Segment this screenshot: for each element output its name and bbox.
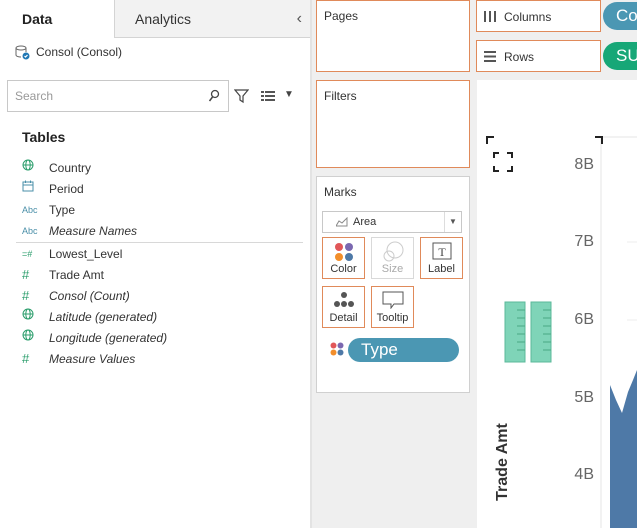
pages-title: Pages (324, 9, 359, 23)
rows-icon (484, 51, 496, 62)
field-label: Trade Amt (49, 268, 104, 282)
columns-icon (484, 11, 496, 22)
globe-icon (22, 307, 44, 327)
selection-corner (486, 136, 603, 144)
search-icon[interactable] (208, 89, 220, 103)
rows-shelf[interactable]: Rows (476, 40, 601, 72)
mark-type-label: Area (353, 216, 377, 228)
globe-icon (22, 328, 44, 348)
field-label: Country (49, 161, 92, 175)
color-dots-icon (335, 243, 353, 261)
number-icon: # (22, 351, 30, 366)
field-longitude[interactable]: Longitude (generated) (22, 328, 167, 348)
pages-shelf[interactable]: Pages (316, 0, 470, 72)
size-circles-icon (383, 241, 404, 262)
field-label: Period (49, 182, 84, 196)
color-dots-icon (330, 342, 344, 356)
tab-analytics-label: Analytics (135, 11, 192, 27)
label-button[interactable]: T Label (420, 237, 463, 279)
field-label: Consol (Count) (49, 289, 130, 303)
abc-icon: Abc (22, 205, 38, 215)
detail-label: Detail (329, 312, 358, 324)
field-measure-names[interactable]: Abc Measure Names (22, 221, 137, 241)
divider (16, 242, 303, 243)
area-chart-icon (336, 217, 348, 227)
chevron-down-icon[interactable]: ▼ (284, 89, 294, 100)
field-label: Type (49, 203, 76, 217)
field-latitude[interactable]: Latitude (generated) (22, 307, 157, 327)
hierarchy-number-icon: =# (22, 249, 33, 259)
drag-ruler-icon (504, 301, 552, 363)
columns-pill[interactable]: Co (603, 2, 637, 30)
field-lowest-level[interactable]: =# Lowest_Level (22, 244, 122, 264)
y-tick-label: 4B (574, 466, 594, 483)
field-type[interactable]: Abc Type (22, 200, 75, 220)
globe-icon (22, 158, 44, 178)
field-country[interactable]: Country (22, 158, 91, 178)
datasource-item[interactable]: Consol (Consol) (14, 44, 122, 60)
marks-title: Marks (324, 185, 357, 199)
tooltip-bubble-icon (382, 291, 404, 309)
field-trade-amt[interactable]: # Trade Amt (22, 265, 104, 285)
detail-button[interactable]: Detail (322, 286, 365, 328)
filters-shelf[interactable]: Filters (316, 80, 470, 168)
y-tick-label: 6B (574, 311, 594, 328)
label-t-icon: T (432, 242, 452, 260)
area-mark (610, 370, 637, 528)
label-label: Label (428, 263, 455, 275)
field-label: Latitude (generated) (49, 310, 158, 324)
size-button[interactable]: Size (371, 237, 414, 279)
y-tick-label: 5B (574, 389, 594, 406)
field-label: Measure Values (49, 352, 136, 366)
filters-title: Filters (324, 89, 357, 103)
data-pane: Data Analytics ‹ Consol (Consol) Search … (0, 0, 310, 528)
tables-heading: Tables (22, 129, 66, 145)
number-icon: # (22, 267, 30, 282)
columns-shelf[interactable]: Columns (476, 0, 601, 32)
color-button[interactable]: Color (322, 237, 365, 279)
datasource-icon (15, 45, 30, 60)
rows-label: Rows (504, 50, 535, 64)
field-consol-count[interactable]: # Consol (Count) (22, 286, 130, 306)
chart-view[interactable]: 8B 7B 6B 5B 4B Trade Amt (477, 80, 637, 528)
field-measure-values[interactable]: # Measure Values (22, 349, 135, 369)
tooltip-button[interactable]: Tooltip (371, 286, 414, 328)
y-tick-label: 8B (574, 156, 594, 173)
tab-analytics[interactable]: Analytics ‹ (115, 0, 310, 38)
tab-data[interactable]: Data (0, 0, 115, 38)
collapse-pane-icon[interactable]: ‹ (297, 0, 302, 38)
color-type-pill[interactable]: Type (348, 338, 459, 362)
y-axis-title: Trade Amt (494, 423, 511, 501)
abc-icon: Abc (22, 226, 38, 236)
color-label: Color (330, 263, 357, 275)
size-label: Size (381, 263, 404, 275)
field-label: Longitude (generated) (49, 331, 168, 345)
field-label: Measure Names (49, 224, 138, 238)
number-icon: # (22, 288, 30, 303)
rows-pill[interactable]: SU (603, 42, 637, 70)
columns-label: Columns (504, 10, 552, 24)
field-label: Lowest_Level (49, 247, 123, 261)
chevron-down-icon[interactable]: ▼ (444, 212, 461, 232)
mark-type-dropdown[interactable]: Area ▼ (322, 211, 462, 233)
svg-text:T: T (438, 245, 446, 259)
tooltip-label: Tooltip (376, 312, 409, 324)
datasource-label: Consol (Consol) (36, 45, 123, 59)
search-field[interactable]: Search (7, 80, 229, 112)
filter-icon[interactable] (234, 89, 249, 104)
y-tick-label: 7B (574, 233, 594, 250)
field-period[interactable]: Period (22, 179, 84, 199)
calendar-icon (22, 179, 44, 199)
list-view-icon[interactable] (261, 91, 275, 102)
search-placeholder[interactable]: Search (15, 89, 53, 103)
detail-dots-icon (334, 292, 354, 307)
fit-view-icon[interactable] (493, 152, 513, 172)
